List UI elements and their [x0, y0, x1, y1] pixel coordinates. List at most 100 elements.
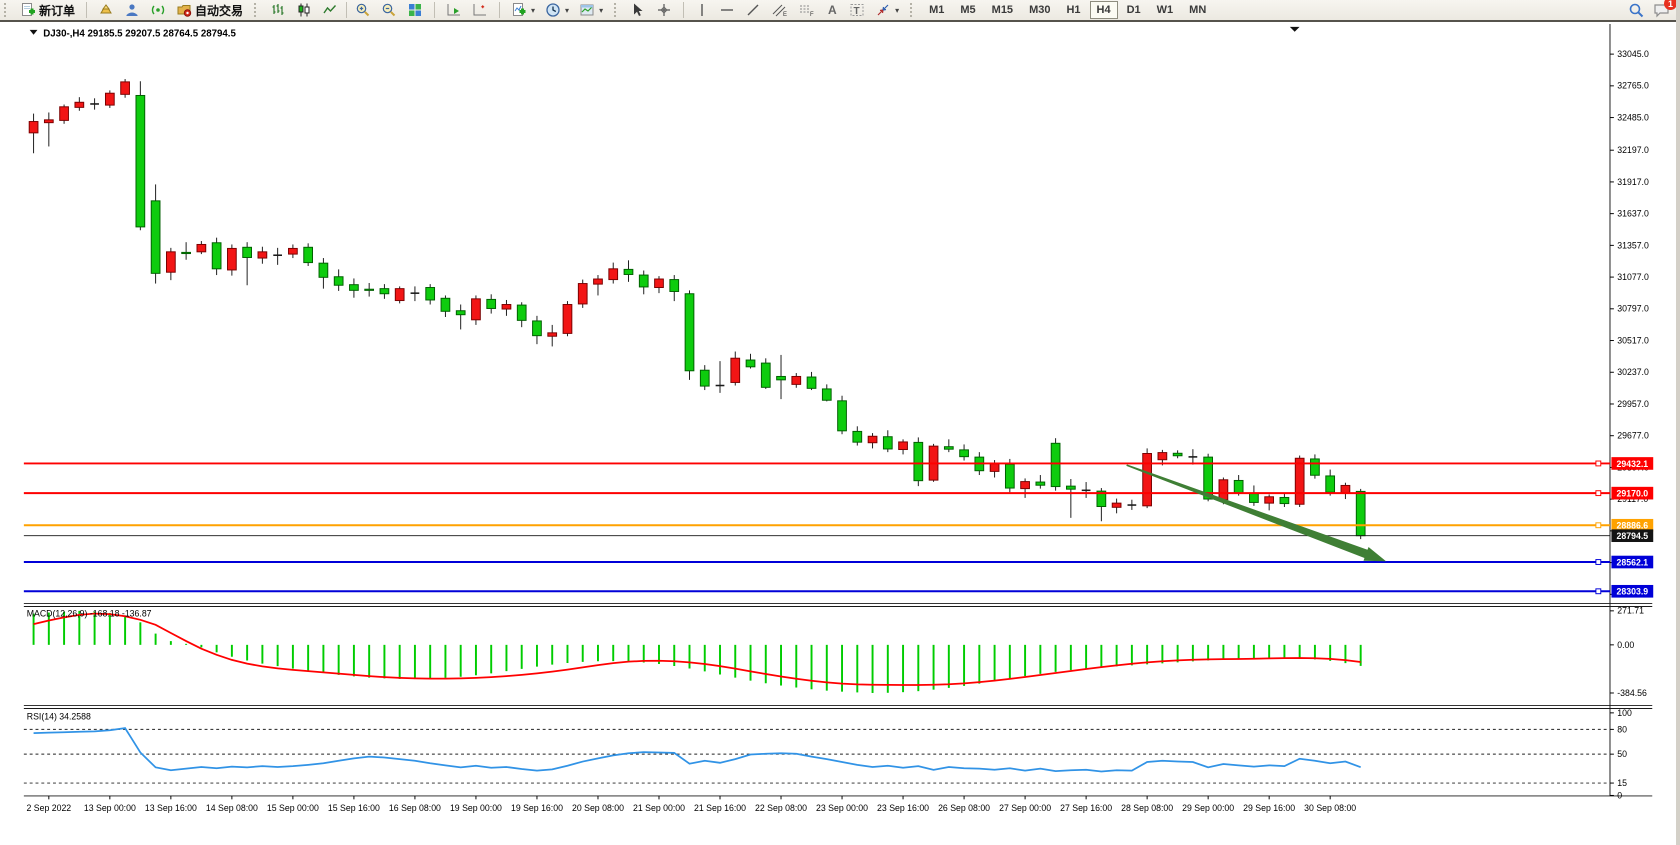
zoom-out-icon [381, 2, 397, 18]
zoom-out-button[interactable] [377, 0, 401, 21]
toolbar-drag-handle[interactable] [614, 3, 619, 17]
candle [883, 437, 892, 449]
candle [548, 333, 557, 336]
timeframe-M30[interactable]: M30 [1022, 1, 1057, 19]
date-label: 29 Sep 16:00 [1243, 803, 1295, 813]
candle [121, 82, 130, 94]
price-tick-label: 32197.0 [1617, 145, 1649, 155]
auto-scroll-icon [446, 2, 462, 18]
trendline-button[interactable] [741, 0, 765, 21]
profile-button[interactable] [120, 0, 144, 21]
timeframe-MN[interactable]: MN [1182, 1, 1213, 19]
text-label-button[interactable]: T [845, 0, 869, 21]
arrows-button[interactable]: ▾ [871, 0, 903, 21]
date-label: 13 Sep 16:00 [145, 803, 197, 813]
candle [624, 269, 633, 274]
text-button[interactable]: A [821, 0, 843, 21]
tile-windows-button[interactable] [403, 0, 427, 21]
line-chart-button[interactable] [318, 0, 342, 21]
toolbar-drag-handle[interactable] [910, 3, 915, 17]
equidistant-channel-button[interactable]: E [767, 0, 792, 21]
new-order-label: 新订单 [39, 2, 75, 19]
rsi-tick-label: 0 [1617, 790, 1622, 800]
vertical-line-button[interactable] [691, 0, 713, 21]
date-label: 13 Sep 00:00 [84, 803, 136, 813]
candle [105, 93, 114, 105]
auto-trading-label: 自动交易 [195, 2, 243, 19]
signals-button[interactable] [146, 0, 170, 21]
candle [1051, 443, 1060, 486]
timeframe-M5[interactable]: M5 [953, 1, 982, 19]
candle [1265, 497, 1274, 503]
date-label: 30 Sep 08:00 [1304, 803, 1356, 813]
candle [639, 275, 648, 287]
timeframe-M1[interactable]: M1 [922, 1, 951, 19]
auto-trading-icon [176, 2, 192, 18]
timeframe-D1[interactable]: D1 [1120, 1, 1148, 19]
candle [1143, 453, 1152, 505]
timeframe-M15[interactable]: M15 [985, 1, 1020, 19]
toolbar-drag-handle[interactable] [254, 3, 259, 17]
candle [304, 247, 313, 262]
chart-area[interactable]: 33045.032765.032485.032197.031917.031637… [0, 24, 1680, 845]
candle [151, 201, 160, 274]
timeframe-H4[interactable]: H4 [1090, 1, 1118, 19]
price-tick-label: 33045.0 [1617, 49, 1649, 59]
indicators-button[interactable]: ▾ [507, 0, 539, 21]
gold-bars-button[interactable] [94, 0, 118, 21]
templates-button[interactable]: ▾ [575, 0, 607, 21]
cursor-button[interactable] [626, 0, 650, 21]
zoom-in-button[interactable] [351, 0, 375, 21]
rsi-label: RSI(14) 34.2588 [27, 712, 91, 722]
candle [563, 305, 572, 334]
periods-button[interactable]: ▾ [541, 0, 573, 21]
fibonacci-icon: F [798, 2, 815, 18]
timeframe-W1[interactable]: W1 [1150, 1, 1181, 19]
date-label: 15 Sep 00:00 [267, 803, 319, 813]
bar-chart-button[interactable] [266, 0, 290, 21]
insert-group: ▾ ▾ ▾ [504, 0, 610, 20]
timeframe-H1[interactable]: H1 [1059, 1, 1087, 19]
horizontal-line-button[interactable] [715, 0, 739, 21]
auto-scroll-button[interactable] [442, 0, 466, 21]
arrows-icon [875, 2, 891, 18]
order-group: 新订单 [13, 0, 82, 20]
search-icon[interactable] [1628, 2, 1645, 19]
candle [1295, 458, 1304, 504]
chevron-down-icon: ▾ [565, 6, 569, 15]
candle [243, 247, 252, 257]
candle [578, 284, 587, 304]
candle [792, 376, 801, 384]
candlestick-chart-button[interactable] [292, 0, 316, 21]
person-icon [124, 2, 140, 18]
macd-tick-label: 271.71 [1617, 606, 1644, 616]
line-price-label: 28303.9 [1617, 587, 1649, 597]
toolbar-drag-handle[interactable] [4, 3, 9, 17]
crosshair-button[interactable] [652, 0, 676, 21]
price-tick-label: 31357.0 [1617, 240, 1649, 250]
chart-type-group [263, 0, 430, 20]
candle [1005, 464, 1014, 488]
notifications-button[interactable]: 1 [1653, 2, 1670, 18]
date-label: 21 Sep 16:00 [694, 803, 746, 813]
auto-trading-button[interactable]: 自动交易 [172, 0, 247, 21]
candle [822, 389, 831, 400]
candle [136, 95, 145, 226]
candle [731, 358, 740, 382]
candle [75, 102, 84, 107]
chart-canvas[interactable]: 33045.032765.032485.032197.031917.031637… [0, 24, 1680, 845]
chart-title: DJ30-,H4 29185.5 29207.5 28764.5 28794.5 [43, 29, 236, 40]
candle [319, 263, 328, 277]
gold-bars-icon [98, 2, 114, 18]
svg-text:F: F [810, 12, 814, 18]
candle [807, 377, 816, 388]
candle [914, 442, 923, 480]
chart-shift-button[interactable] [468, 0, 492, 21]
macd-tick-label: 0.00 [1617, 640, 1634, 650]
candle [1234, 480, 1243, 492]
fibonacci-button[interactable]: F [794, 0, 819, 21]
new-order-button[interactable]: 新订单 [16, 0, 79, 21]
price-tick-label: 32765.0 [1617, 81, 1649, 91]
rsi-tick-label: 15 [1617, 778, 1627, 788]
candle [1066, 486, 1075, 489]
